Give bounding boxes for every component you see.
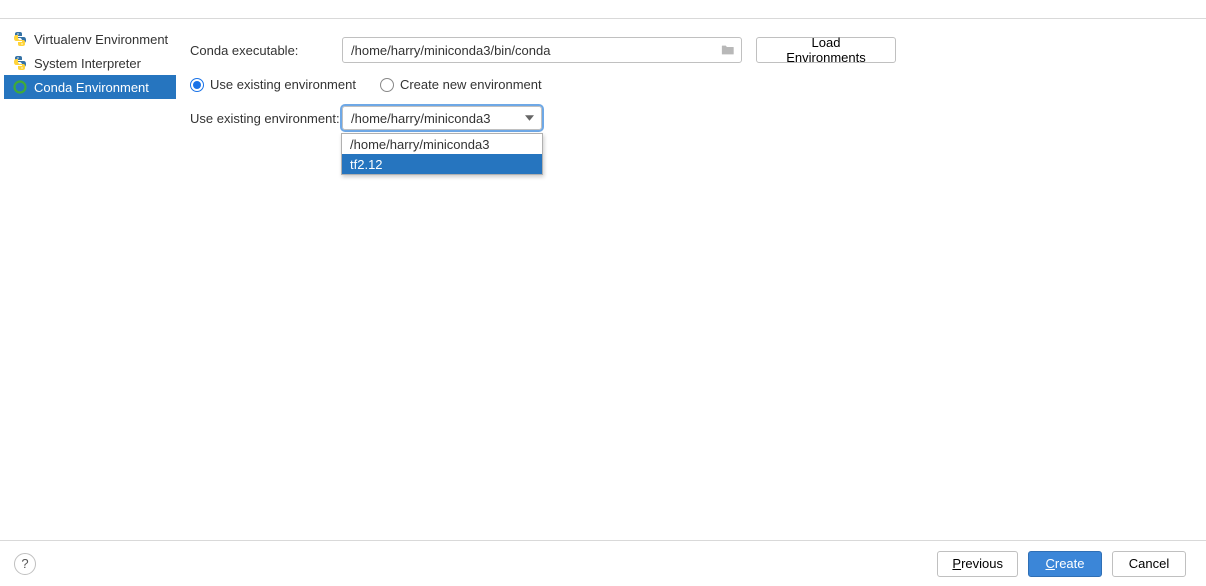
env-option-label: tf2.12 xyxy=(350,157,383,172)
row-use-existing-env: Use existing environment: /home/harry/mi… xyxy=(190,106,1192,130)
radio-create-new[interactable] xyxy=(380,78,394,92)
sidebar-item-label: System Interpreter xyxy=(34,56,141,71)
python-icon xyxy=(12,31,28,47)
conda-icon xyxy=(12,79,28,95)
env-option-label: /home/harry/miniconda3 xyxy=(350,137,489,152)
content-pane: Conda executable: Load Environments Use … xyxy=(176,19,1206,527)
row-env-mode: Use existing environment Create new envi… xyxy=(190,77,1192,92)
conda-executable-field-wrap xyxy=(342,37,742,63)
env-option[interactable]: /home/harry/miniconda3 xyxy=(342,134,542,154)
cancel-button[interactable]: Cancel xyxy=(1112,551,1186,577)
env-combo[interactable]: /home/harry/miniconda3 /home/harry/minic… xyxy=(342,106,542,130)
sidebar-item-system-interpreter[interactable]: System Interpreter xyxy=(4,51,176,75)
button-label: Cancel xyxy=(1129,556,1169,571)
sidebar-item-virtualenv[interactable]: Virtualenv Environment xyxy=(4,27,176,51)
conda-executable-input[interactable] xyxy=(342,37,742,63)
env-dropdown: /home/harry/miniconda3 tf2.12 xyxy=(341,133,543,175)
button-label: Previous xyxy=(952,556,1003,571)
radio-use-existing[interactable] xyxy=(190,78,204,92)
row-conda-executable: Conda executable: Load Environments xyxy=(190,37,1192,63)
env-combo-selected: /home/harry/miniconda3 xyxy=(351,111,490,126)
main-wrap: Virtualenv Environment System Interprete… xyxy=(0,19,1206,527)
conda-executable-label: Conda executable: xyxy=(190,43,342,58)
previous-button[interactable]: Previous xyxy=(937,551,1018,577)
help-button[interactable]: ? xyxy=(14,553,36,575)
sidebar-item-label: Virtualenv Environment xyxy=(34,32,168,47)
button-label: Create xyxy=(1045,556,1084,571)
sidebar: Virtualenv Environment System Interprete… xyxy=(4,19,176,527)
footer: ? Previous Create Cancel xyxy=(0,540,1206,586)
env-combo-field[interactable]: /home/harry/miniconda3 xyxy=(342,106,542,130)
sidebar-item-label: Conda Environment xyxy=(34,80,149,95)
use-existing-env-label: Use existing environment: xyxy=(190,111,342,126)
create-button[interactable]: Create xyxy=(1028,551,1102,577)
load-environments-button[interactable]: Load Environments xyxy=(756,37,896,63)
radio-use-existing-label[interactable]: Use existing environment xyxy=(210,77,356,92)
env-option[interactable]: tf2.12 xyxy=(342,154,542,174)
python-icon xyxy=(12,55,28,71)
help-icon: ? xyxy=(21,556,28,571)
button-label: Load Environments xyxy=(771,35,881,65)
sidebar-item-conda[interactable]: Conda Environment xyxy=(4,75,176,99)
radio-create-new-label[interactable]: Create new environment xyxy=(400,77,542,92)
